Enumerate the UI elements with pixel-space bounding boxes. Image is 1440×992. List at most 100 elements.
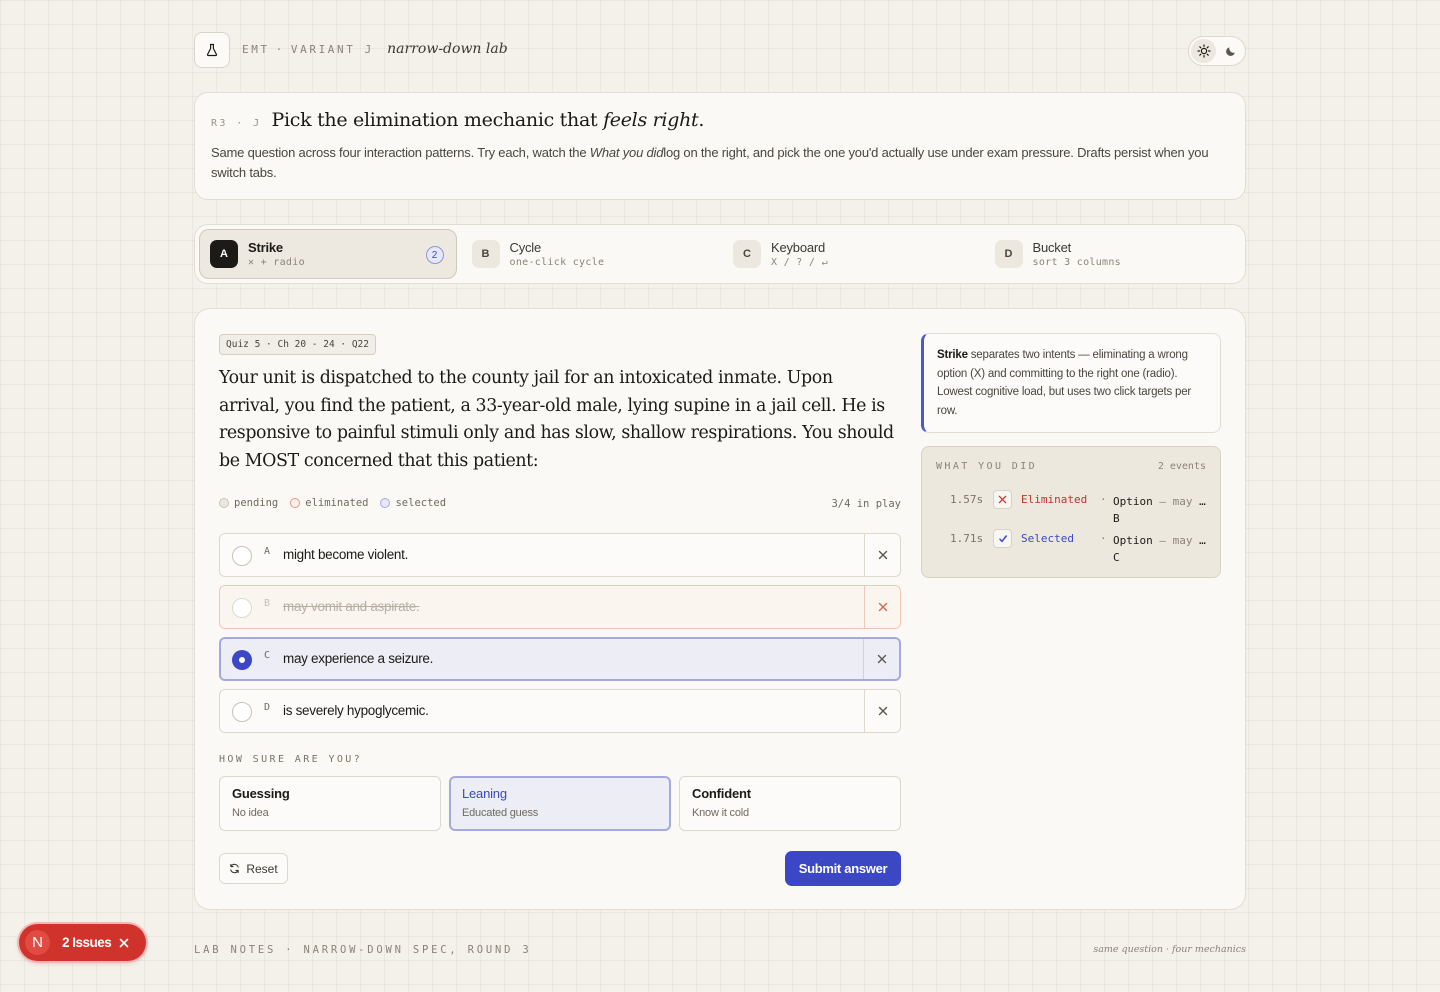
footer-caption: same question · four mechanics xyxy=(1093,944,1246,955)
note-title: Strike xyxy=(937,349,968,361)
log-option: Option — may vomit and aspirate. B xyxy=(1113,495,1208,525)
moon-icon[interactable] xyxy=(1218,39,1243,63)
question-card: Quiz 5 · Ch 20 - 24 · Q22 Your unit is d… xyxy=(194,308,1246,910)
confidence-guessing[interactable]: Guessing No idea xyxy=(219,776,441,831)
tab-bucket[interactable]: D Bucket sort 3 columns xyxy=(984,229,1242,279)
tab-subtitle: sort 3 columns xyxy=(1032,257,1121,268)
brand: EMT · VARIANT J narrow-down lab xyxy=(242,41,508,57)
tab-label: Bucket xyxy=(1032,240,1072,255)
tab-subtitle: one-click cycle xyxy=(509,257,605,268)
option-text: may experience a seizure. xyxy=(283,651,434,666)
issues-label: 2 Issues xyxy=(62,935,112,950)
tab-key: B xyxy=(471,240,500,268)
top-bar: EMT · VARIANT J narrow-down lab xyxy=(194,32,1246,68)
submit-answer-button[interactable]: Submit answer xyxy=(785,851,901,886)
confidence-subtitle: Educated guess xyxy=(462,807,539,819)
log-title: WHAT YOU DID xyxy=(936,461,1038,472)
option-row-d[interactable]: D is severely hypoglycemic. xyxy=(219,689,901,733)
tab-key: C xyxy=(733,240,761,268)
question-tag: Quiz 5 · Ch 20 - 24 · Q22 xyxy=(219,334,376,355)
close-icon xyxy=(993,490,1012,509)
in-play-count: 3/4 in play xyxy=(831,498,901,510)
eliminated-dot xyxy=(290,498,301,508)
tab-key: D xyxy=(994,240,1023,268)
option-radio[interactable] xyxy=(232,702,252,722)
option-letter: C xyxy=(264,650,271,661)
close-icon xyxy=(878,706,887,716)
confidence-leaning[interactable]: Leaning Educated guess xyxy=(449,776,671,831)
reset-button[interactable]: Reset xyxy=(219,853,288,884)
intro-card: R3 · J Pick the elimination mechanic tha… xyxy=(194,92,1246,200)
mechanic-tabs: A Strike ✕ + radio 2 B Cycle one-click c… xyxy=(194,224,1246,284)
tab-label: Strike xyxy=(248,240,283,255)
tab-count-badge: 2 xyxy=(425,246,444,264)
eliminate-button[interactable] xyxy=(863,639,899,679)
issues-badge[interactable]: N 2 Issues xyxy=(19,924,146,961)
theme-toggle[interactable] xyxy=(1188,36,1246,66)
close-icon xyxy=(878,602,887,612)
option-letter: A xyxy=(264,546,271,557)
confidence-subtitle: Know it cold xyxy=(692,807,749,819)
state-legend: pending eliminated selected xyxy=(219,497,446,509)
tab-label: Cycle xyxy=(509,240,542,255)
eliminate-button[interactable] xyxy=(864,586,900,628)
confidence-label: HOW SURE ARE YOU? xyxy=(219,754,363,765)
brand-separator: · xyxy=(275,43,285,56)
log-time: 1.71s xyxy=(950,532,984,545)
option-radio[interactable] xyxy=(232,546,252,566)
eliminate-button[interactable] xyxy=(864,690,900,732)
flask-icon[interactable] xyxy=(194,32,230,68)
question-stem: Your unit is dispatched to the county ja… xyxy=(219,368,894,471)
reset-label: Reset xyxy=(246,861,278,876)
mechanic-note: Strike separates two intents — eliminati… xyxy=(921,333,1221,433)
log-count: 2 events xyxy=(1157,461,1206,472)
legend-selected: selected xyxy=(380,497,446,509)
legend-pending: pending xyxy=(219,497,278,509)
tab-key: A xyxy=(210,240,238,268)
option-radio[interactable] xyxy=(232,650,252,670)
option-text: may vomit and aspirate. xyxy=(283,599,420,614)
option-row-c[interactable]: C may experience a seizure. xyxy=(219,637,901,681)
close-icon[interactable] xyxy=(119,938,129,948)
sun-icon[interactable] xyxy=(1191,39,1216,63)
confidence-title: Leaning xyxy=(462,786,507,801)
tab-keyboard[interactable]: C Keyboard X / ? / ↵ xyxy=(722,229,980,279)
refresh-icon xyxy=(230,863,240,874)
confidence-title: Guessing xyxy=(232,786,290,801)
log-time: 1.57s xyxy=(950,493,984,506)
brand-primary: EMT xyxy=(242,43,270,56)
brand-variant: VARIANT J xyxy=(290,43,374,56)
eliminate-button[interactable] xyxy=(864,534,900,576)
brand-lab-name: narrow-down lab xyxy=(387,41,508,57)
tab-label: Keyboard xyxy=(771,240,826,255)
selected-dot xyxy=(380,498,391,508)
option-radio[interactable] xyxy=(232,598,252,618)
close-icon xyxy=(877,654,886,664)
activity-log: WHAT YOU DID 2 events 1.57s Eliminated ·… xyxy=(921,446,1221,578)
option-row-b[interactable]: B may vomit and aspirate. xyxy=(219,585,901,629)
pending-dot xyxy=(219,498,229,508)
tab-subtitle: ✕ + radio xyxy=(248,257,305,268)
next-logo-icon: N xyxy=(25,930,50,955)
confidence-title: Confident xyxy=(692,786,751,801)
option-text: is severely hypoglycemic. xyxy=(283,703,429,718)
tab-cycle[interactable]: B Cycle one-click cycle xyxy=(461,229,719,279)
confidence-confident[interactable]: Confident Know it cold xyxy=(679,776,901,831)
footer-notes: LAB NOTES · NARROW-DOWN SPEC, ROUND 3 xyxy=(194,944,532,956)
option-letter: D xyxy=(264,702,271,713)
tab-subtitle: X / ? / ↵ xyxy=(771,257,828,268)
log-entry: 1.71s Selected · Option — may experience… xyxy=(922,529,1222,571)
option-text: might become violent. xyxy=(283,547,409,562)
option-letter: B xyxy=(264,598,271,609)
tab-strike[interactable]: A Strike ✕ + radio 2 xyxy=(199,229,457,279)
log-entry: 1.57s Eliminated · Option — may vomit an… xyxy=(922,490,1222,532)
log-action: Eliminated xyxy=(1021,493,1088,506)
log-option: Option — may experience a seizure. C xyxy=(1113,534,1208,564)
intro-description: Same question across four interaction pa… xyxy=(211,145,1209,180)
legend-eliminated: eliminated xyxy=(290,497,368,509)
log-action: Selected xyxy=(1021,532,1074,545)
option-row-a[interactable]: A might become violent. xyxy=(219,533,901,577)
check-icon xyxy=(993,529,1012,548)
round-tag: R3 · J xyxy=(211,118,262,129)
page-title: Pick the elimination mechanic that feels… xyxy=(271,109,705,131)
